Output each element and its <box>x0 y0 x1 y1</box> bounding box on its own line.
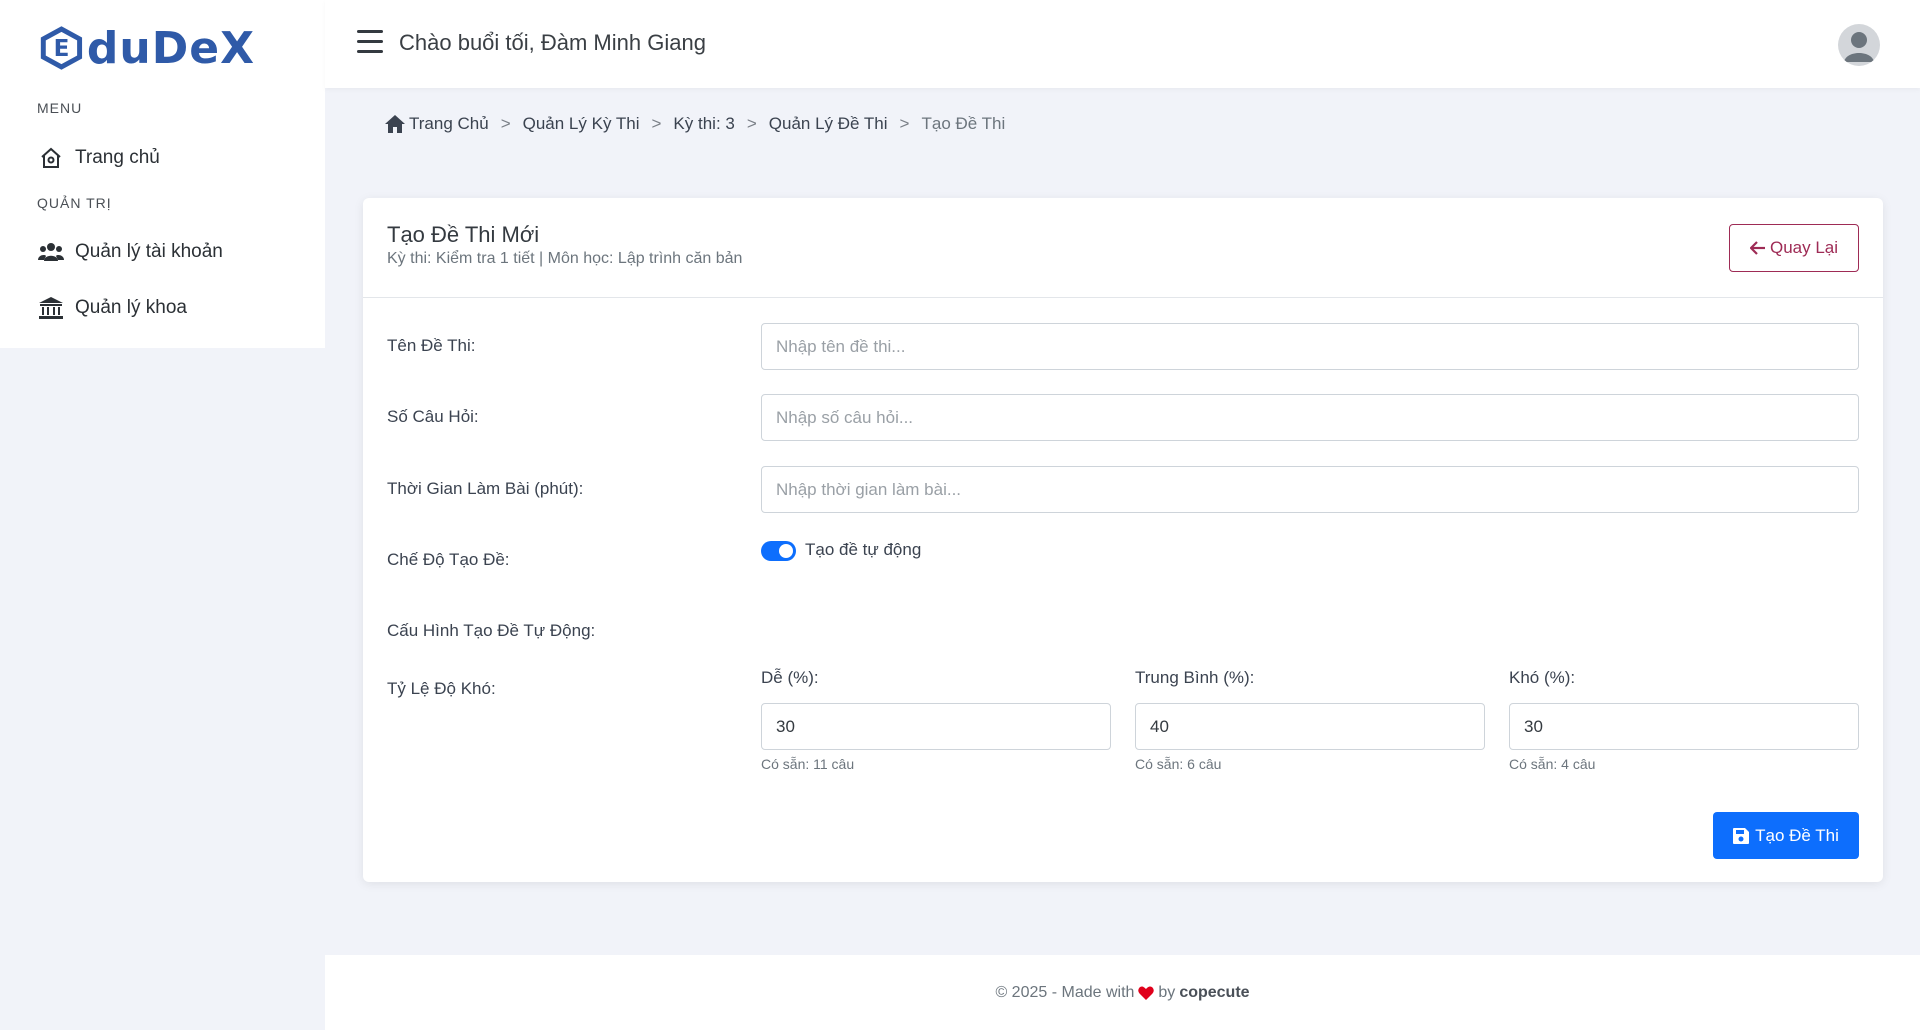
sidebar-item-label: Trang chủ <box>75 147 160 168</box>
create-test-button[interactable]: Tạo Đề Thi <box>1713 812 1859 859</box>
create-test-card: Tạo Đề Thi Mới Kỳ thi: Kiểm tra 1 tiết |… <box>363 198 1883 882</box>
difficulty-label: Tỷ Lệ Độ Khó: <box>387 679 496 698</box>
top-header: Chào buổi tối, Đàm Minh Giang <box>325 0 1920 88</box>
breadcrumb-separator: > <box>746 114 757 133</box>
easy-label: Dễ (%): <box>761 668 819 687</box>
create-test-button-label: Tạo Đề Thi <box>1755 825 1839 845</box>
page-subtitle: Kỳ thi: Kiểm tra 1 tiết | Môn học: Lập t… <box>387 250 743 267</box>
footer-text: © 2025 - Made with <box>995 983 1135 1001</box>
user-avatar-icon[interactable] <box>1838 24 1880 66</box>
mode-label: Chế Độ Tạo Đề: <box>387 550 510 569</box>
auto-generate-toggle[interactable] <box>761 541 796 561</box>
back-button[interactable]: Quay Lại <box>1729 224 1859 272</box>
hamburger-icon[interactable] <box>357 30 383 54</box>
question-count-input[interactable] <box>761 394 1859 441</box>
logo-text: duDeX <box>86 22 255 74</box>
breadcrumb-separator: > <box>500 114 511 133</box>
sidebar-item-accounts[interactable]: Quản lý tài khoản <box>37 232 223 272</box>
users-icon <box>37 238 65 266</box>
back-button-label: Quay Lại <box>1769 238 1839 257</box>
easy-available: Có sẵn: 11 câu <box>761 756 855 772</box>
sidebar-heading-menu: MENU <box>37 100 83 116</box>
auto-config-label: Cấu Hình Tạo Đề Tự Động: <box>387 621 596 640</box>
sidebar-item-home[interactable]: Trang chủ <box>37 138 160 178</box>
institution-icon <box>37 294 65 322</box>
arrow-left-icon <box>1749 241 1766 255</box>
hard-percent-input[interactable] <box>1509 703 1859 750</box>
sidebar-item-faculty[interactable]: Quản lý khoa <box>37 288 187 328</box>
breadcrumb-current: Tạo Đề Thi <box>921 114 1006 133</box>
auto-generate-toggle-label: Tạo đề tự động <box>805 540 922 559</box>
sidebar-item-label: Quản lý khoa <box>75 297 187 318</box>
greeting-text: Chào buổi tối, Đàm Minh Giang <box>399 30 706 55</box>
app-logo[interactable]: E duDeX <box>40 20 255 76</box>
breadcrumb-item-exam[interactable]: Kỳ thi: 3 <box>673 114 734 134</box>
footer: © 2025 - Made with by copecute <box>325 955 1920 1030</box>
test-name-input[interactable] <box>761 323 1859 370</box>
footer-by: by <box>1158 983 1176 1001</box>
medium-label: Trung Bình (%): <box>1135 668 1255 687</box>
easy-percent-input[interactable] <box>761 703 1111 750</box>
footer-author-link[interactable]: copecute <box>1179 984 1249 1002</box>
breadcrumb-item-test-management[interactable]: Quản Lý Đề Thi <box>769 114 888 134</box>
breadcrumb-item-home[interactable]: Trang Chủ <box>409 114 489 134</box>
breadcrumb-item-exam-management[interactable]: Quản Lý Kỳ Thi <box>523 114 640 134</box>
hard-available: Có sẵn: 4 câu <box>1509 756 1596 772</box>
name-label: Tên Đề Thi: <box>387 336 476 355</box>
home-icon <box>37 144 65 172</box>
breadcrumb-separator: > <box>899 114 910 133</box>
card-header: Tạo Đề Thi Mới Kỳ thi: Kiểm tra 1 tiết |… <box>363 198 1883 298</box>
duration-input[interactable] <box>761 466 1859 513</box>
save-icon <box>1733 827 1750 844</box>
breadcrumb-home-icon[interactable] <box>385 115 405 133</box>
time-label: Thời Gian Làm Bài (phút): <box>387 479 584 498</box>
sidebar-item-label: Quản lý tài khoản <box>75 241 223 262</box>
medium-percent-input[interactable] <box>1135 703 1485 750</box>
page-title: Tạo Đề Thi Mới <box>387 222 540 247</box>
medium-available: Có sẵn: 6 câu <box>1135 756 1222 772</box>
logo-mark-icon: E <box>40 26 83 70</box>
breadcrumb-separator: > <box>651 114 662 133</box>
breadcrumb: Trang Chủ > Quản Lý Kỳ Thi > Kỳ thi: 3 >… <box>385 114 1005 134</box>
heart-icon <box>1138 986 1155 1000</box>
logo-letter: E <box>54 36 70 62</box>
sidebar-heading-admin: QUẢN TRỊ <box>37 195 112 211</box>
count-label: Số Câu Hỏi: <box>387 407 479 426</box>
sidebar: E duDeX MENU Trang chủ QUẢN TRỊ Quản lý … <box>0 0 325 348</box>
hard-label: Khó (%): <box>1509 668 1576 687</box>
